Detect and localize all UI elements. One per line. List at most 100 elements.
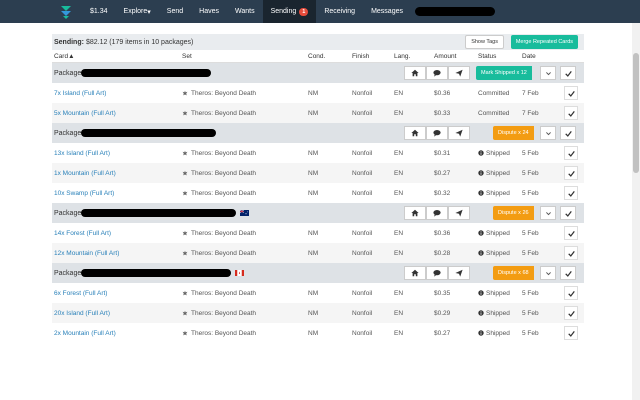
action-dropdown-button[interactable] <box>540 266 556 280</box>
select-row-checkbox[interactable] <box>564 246 578 260</box>
select-row-checkbox[interactable] <box>564 186 578 200</box>
action-dropdown-button[interactable] <box>540 126 556 140</box>
status-text: Shipped <box>486 230 510 237</box>
amount-cell: $0.32 <box>434 190 451 197</box>
date-cell: 5 Feb <box>522 310 539 317</box>
select-row-checkbox[interactable] <box>564 306 578 320</box>
nav-item-haves[interactable]: Haves <box>191 0 227 23</box>
finish-cell: Nonfoil <box>352 310 373 317</box>
card-link[interactable]: 10x Swamp (Full Art) <box>54 190 114 197</box>
set-name: Theros: Beyond Death <box>191 170 257 177</box>
balance-display[interactable]: $1.34 <box>82 0 116 23</box>
cond-cell: NM <box>308 150 319 157</box>
paper-plane-icon <box>455 209 463 217</box>
address-button[interactable] <box>404 206 426 220</box>
send-button[interactable] <box>448 266 470 280</box>
card-link[interactable]: 5x Mountain (Full Art) <box>54 110 116 117</box>
select-row-checkbox[interactable] <box>564 286 578 300</box>
card-link[interactable]: 1x Mountain (Full Art) <box>54 170 116 177</box>
status-cell: Committed <box>478 110 509 117</box>
status-text: Shipped <box>486 250 510 257</box>
table-row: 1x Mountain (Full Art) Theros: Beyond Dea… <box>52 163 584 183</box>
summary-text: $82.12 (179 items in 10 packages) <box>85 38 194 46</box>
set-symbol-icon <box>182 150 188 156</box>
username-redacted[interactable] <box>414 7 495 16</box>
col-status[interactable]: Status <box>478 53 496 60</box>
date-cell: 5 Feb <box>522 150 539 157</box>
action-dropdown-button[interactable] <box>540 66 556 80</box>
col-card[interactable]: Card▲ <box>54 53 75 60</box>
scrollbar-thumb[interactable] <box>633 53 639 173</box>
address-button[interactable] <box>404 266 426 280</box>
select-package-checkbox[interactable] <box>560 266 576 280</box>
select-row-checkbox[interactable] <box>564 106 578 120</box>
merge-repeated-button[interactable]: Merge Repeated Cards <box>510 35 578 49</box>
col-lang[interactable]: Lang. <box>394 53 410 60</box>
comment-icon <box>433 69 441 77</box>
address-button[interactable] <box>404 66 426 80</box>
dispute-button[interactable]: Dispute x 24 <box>493 126 534 140</box>
recipient-redacted <box>81 129 217 137</box>
card-link[interactable]: 2x Mountain (Full Art) <box>54 330 116 337</box>
select-package-checkbox[interactable] <box>560 126 576 140</box>
package-list: Package Mark Shipped x 12 7x Island (Full … <box>52 63 584 343</box>
card-link[interactable]: 14x Forest (Full Art) <box>54 230 111 237</box>
nav-item-messages[interactable]: Messages <box>363 0 411 23</box>
status-cell: Shipped <box>478 310 510 317</box>
message-button[interactable] <box>426 66 448 80</box>
col-cond[interactable]: Cond. <box>308 53 325 60</box>
caret-down-icon: ▾ <box>147 8 151 16</box>
table-row: 10x Swamp (Full Art) Theros: Beyond Death… <box>52 183 584 203</box>
mark-shipped-button[interactable]: Mark Shipped x 12 <box>476 66 532 80</box>
set-name: Theros: Beyond Death <box>191 330 257 337</box>
action-dropdown-button[interactable] <box>540 206 556 220</box>
recipient-redacted <box>81 69 212 77</box>
status-cell: Shipped <box>478 150 510 157</box>
select-package-checkbox[interactable] <box>560 206 576 220</box>
info-circle-icon <box>478 330 484 336</box>
set-cell: Theros: Beyond Death <box>182 150 256 157</box>
message-button[interactable] <box>426 126 448 140</box>
dispute-button[interactable]: Dispute x 26 <box>493 206 534 220</box>
home-icon <box>411 269 419 277</box>
select-row-checkbox[interactable] <box>564 326 578 340</box>
select-row-checkbox[interactable] <box>564 86 578 100</box>
set-symbol-icon <box>182 230 188 236</box>
card-link[interactable]: 7x Island (Full Art) <box>54 90 106 97</box>
send-button[interactable] <box>448 66 470 80</box>
message-button[interactable] <box>426 206 448 220</box>
nav-item-receiving[interactable]: Receiving <box>316 0 363 23</box>
col-amount[interactable]: Amount <box>434 53 456 60</box>
logo-icon[interactable] <box>58 4 74 20</box>
col-set[interactable]: Set <box>182 53 192 60</box>
select-row-checkbox[interactable] <box>564 166 578 180</box>
scrollbar[interactable] <box>632 23 640 400</box>
card-link[interactable]: 6x Forest (Full Art) <box>54 290 107 297</box>
send-button[interactable] <box>448 126 470 140</box>
select-row-checkbox[interactable] <box>564 146 578 160</box>
status-text: Committed <box>478 110 510 117</box>
nav-item-wants[interactable]: Wants <box>227 0 263 23</box>
card-link[interactable]: 12x Mountain (Full Art) <box>54 250 119 257</box>
card-link[interactable]: 20x Island (Full Art) <box>54 310 110 317</box>
package-actions <box>404 266 470 280</box>
finish-cell: Nonfoil <box>352 150 373 157</box>
nav-item-explore[interactable]: Explore ▾ <box>116 0 159 23</box>
send-button[interactable] <box>448 206 470 220</box>
set-name: Theros: Beyond Death <box>191 110 257 117</box>
dispute-button[interactable]: Dispute x 68 <box>493 266 534 280</box>
message-button[interactable] <box>426 266 448 280</box>
select-row-checkbox[interactable] <box>564 226 578 240</box>
check-icon <box>567 310 575 317</box>
address-button[interactable] <box>404 126 426 140</box>
nav-item-send[interactable]: Send <box>159 0 191 23</box>
show-tags-button[interactable]: Show Tags <box>465 35 504 49</box>
package-actions <box>404 126 470 140</box>
col-finish[interactable]: Finish <box>352 53 369 60</box>
select-package-checkbox[interactable] <box>560 66 576 80</box>
nav-item-sending[interactable]: Sending 1 <box>262 0 317 23</box>
card-link[interactable]: 13x Island (Full Art) <box>54 150 110 157</box>
nav-item-label: Messages <box>371 8 403 15</box>
package-header: Package Dispute x 24 <box>52 123 584 143</box>
col-date[interactable]: Date <box>522 53 536 60</box>
